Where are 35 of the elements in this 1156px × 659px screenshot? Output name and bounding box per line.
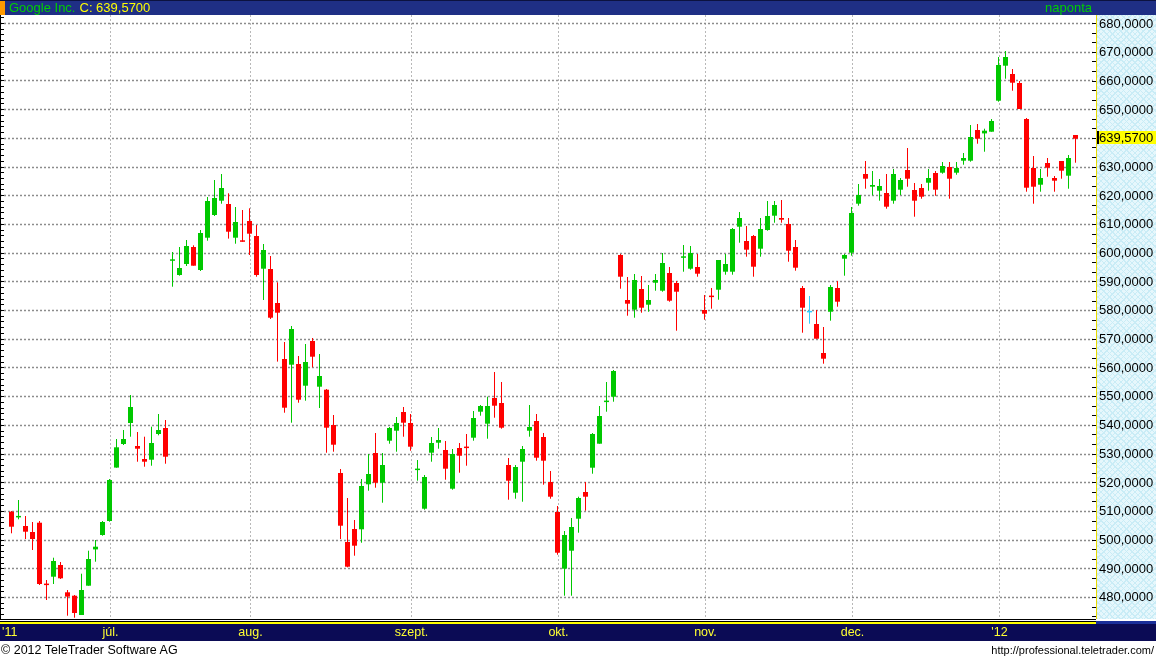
axis-label: 670,0000 bbox=[1098, 44, 1155, 60]
axis-label: 510,0000 bbox=[1098, 503, 1155, 519]
axis-label: júl. bbox=[102, 625, 119, 639]
axis-label: 530,0000 bbox=[1098, 445, 1155, 461]
close-price: C: 639,5700 bbox=[79, 1, 151, 15]
axis-label: 500,0000 bbox=[1098, 531, 1155, 547]
website-url: http://professional.teletrader.com/ bbox=[991, 643, 1154, 657]
axis-label: 490,0000 bbox=[1098, 560, 1155, 576]
axis-label: 610,0000 bbox=[1098, 216, 1155, 232]
axis-label: 560,0000 bbox=[1098, 359, 1155, 375]
axis-label: '12 bbox=[991, 625, 1008, 639]
axis-label: 650,0000 bbox=[1098, 101, 1155, 117]
axis-label: 600,0000 bbox=[1098, 245, 1155, 260]
axis-label: nov. bbox=[694, 625, 717, 639]
axis-label: 620,0000 bbox=[1098, 187, 1155, 203]
axis-label: dec. bbox=[840, 625, 865, 639]
instrument-name: Google Inc. bbox=[9, 1, 76, 15]
period-label: naponta bbox=[1045, 1, 1092, 15]
axis-label: 580,0000 bbox=[1098, 302, 1155, 318]
axis-label: szept. bbox=[394, 625, 429, 639]
axis-label: 540,0000 bbox=[1098, 417, 1155, 433]
axis-label: '11 bbox=[2, 625, 18, 639]
axis-label: 520,0000 bbox=[1098, 474, 1155, 490]
axis-label: 590,0000 bbox=[1098, 273, 1155, 289]
axis-label: aug. bbox=[238, 625, 263, 639]
last-price-tag: 639,5700 bbox=[1097, 131, 1156, 145]
marker-icon bbox=[0, 1, 5, 15]
axis-label: 680,0000 bbox=[1098, 15, 1155, 31]
axis-label: 630,0000 bbox=[1098, 158, 1155, 174]
axis-label: okt. bbox=[548, 625, 569, 639]
copyright-text: © 2012 TeleTrader Software AG bbox=[1, 643, 178, 657]
axis-label: 660,0000 bbox=[1098, 72, 1155, 88]
axis-label: 570,0000 bbox=[1098, 331, 1155, 347]
axis-label: 550,0000 bbox=[1098, 388, 1155, 404]
axis-label: 480,0000 bbox=[1098, 589, 1155, 605]
